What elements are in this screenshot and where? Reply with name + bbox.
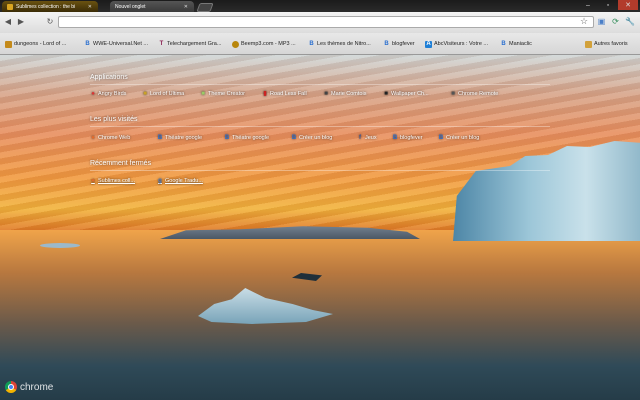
extension-screen-icon[interactable]: ▣ (597, 17, 606, 26)
back-arrow-icon[interactable]: ◀ (3, 17, 13, 27)
dungeons-icon (5, 40, 12, 48)
toolbar: ◀ ▶ ↻ ☆ ▣ ⟳ 🔧 (0, 12, 640, 33)
blogger-icon: B (384, 40, 389, 47)
app-icon: ▮ (263, 91, 267, 97)
tab-strip: Sublimes collection : the bi ✕ Nouvel on… (0, 0, 640, 12)
telechargement-icon: T (159, 40, 164, 47)
app-item[interactable]: ■ Lord of Ultima (142, 91, 184, 97)
tab-close-icon[interactable]: ✕ (184, 4, 188, 10)
bookmark-item[interactable]: B Les thèmes de Nitro... (308, 39, 370, 49)
most-visited-item[interactable]: B Créer un blog (438, 135, 480, 141)
app-item[interactable]: ■ Wallpaper Ch... (383, 91, 429, 97)
reload-icon[interactable]: ↻ (45, 17, 55, 27)
blogger-icon: B (438, 135, 444, 141)
bookmarks-bar: dungeons - Lord of ... B WWE-Universal.Ne… (0, 33, 640, 55)
bookmark-item[interactable]: dungeons - Lord of ... (5, 39, 66, 49)
tab-title: Nouvel onglet (115, 3, 146, 10)
close-window-icon[interactable]: ✕ (618, 0, 638, 10)
abcvisiteurs-icon: A (425, 40, 432, 48)
blogger-icon: B (85, 40, 90, 47)
section-title-apps: Applications (90, 74, 128, 81)
app-icon: ■ (324, 91, 328, 97)
bookmark-item[interactable]: T Telechargement Gra... (158, 39, 222, 49)
recently-closed-item[interactable]: ● Sublimes coll... (90, 178, 135, 184)
background-ice (40, 243, 80, 248)
app-item[interactable]: ■ Chrome Remote (450, 91, 498, 97)
app-icon: ● (91, 91, 95, 97)
new-tab-page: Applications ● Angry Birds ■ Lord of Ultim… (0, 55, 640, 400)
facebook-icon: f (359, 135, 361, 141)
new-tab-button[interactable] (196, 3, 214, 12)
extension-sync-icon[interactable]: ⟳ (611, 17, 620, 26)
bookmark-item[interactable]: B WWE-Universal.Net ... (84, 39, 148, 49)
app-item[interactable]: ■ Marie Comtois (323, 91, 366, 97)
section-divider (90, 126, 550, 127)
section-divider (90, 84, 550, 85)
section-title-most-visited: Les plus visités (90, 116, 138, 123)
app-icon: ■ (451, 91, 455, 97)
address-bar[interactable] (58, 16, 594, 28)
section-title-recently-closed: Récemment fermés (90, 160, 152, 167)
maximize-icon[interactable]: ▫ (598, 0, 618, 10)
app-item[interactable]: ● Angry Birds (90, 91, 126, 97)
most-visited-item[interactable]: ● Chrome Web (90, 135, 130, 141)
most-visited-item[interactable]: B Théatre google (157, 135, 202, 141)
blogger-icon: B (392, 135, 398, 141)
bookmark-item[interactable]: Bblogfever (383, 39, 414, 49)
most-visited-item[interactable]: B Créer un blog (291, 135, 333, 141)
recently-closed-item[interactable]: g Google Tradu... (157, 178, 203, 184)
most-visited-item[interactable]: B Théatre google (224, 135, 269, 141)
tab-favicon-icon (7, 3, 13, 10)
blogger-icon: B (291, 135, 297, 141)
forward-arrow-icon[interactable]: ▶ (16, 17, 26, 27)
blogger-icon: B (157, 135, 163, 141)
google-translate-icon: g (158, 178, 162, 184)
chrome-logo-icon (5, 381, 17, 393)
app-icon: ■ (384, 91, 388, 97)
beemp3-icon (232, 40, 239, 48)
most-visited-item[interactable]: f Jeux (357, 135, 377, 141)
app-icon: ■ (143, 91, 147, 97)
app-item[interactable]: ■ Theme Creator (200, 91, 245, 97)
wrench-menu-icon[interactable]: 🔧 (625, 17, 635, 26)
tab-close-icon[interactable]: ✕ (88, 4, 92, 10)
bookmark-item[interactable]: A AbcVisiteurs : Votre ... (425, 39, 488, 49)
blogger-icon: B (309, 40, 314, 47)
bookmark-item[interactable]: B Maniaclic (500, 39, 532, 49)
blogger-icon: B (224, 135, 230, 141)
most-visited-item[interactable]: Bblogfever (392, 135, 423, 141)
tab-sublimes[interactable]: Sublimes collection : the bi ✕ (2, 1, 98, 12)
bookmark-star-icon[interactable]: ☆ (580, 16, 588, 27)
bookmark-item[interactable]: Autres favoris (585, 39, 628, 49)
folder-icon (585, 40, 592, 48)
minimize-icon[interactable]: – (578, 0, 598, 10)
chrome-web-icon: ● (91, 135, 95, 141)
bookmark-item[interactable]: Beemp3.com - MP3 ... (232, 39, 296, 49)
app-icon: ■ (201, 91, 205, 97)
section-divider (90, 170, 550, 171)
chrome-logo: chrome (5, 381, 53, 393)
tab-title: Sublimes collection : the bi (16, 3, 76, 10)
app-item[interactable]: ▮ Road Less Fall (262, 91, 306, 97)
tab-new-tab[interactable]: Nouvel onglet ✕ (110, 1, 194, 12)
sublimes-icon: ● (91, 178, 95, 184)
blogger-icon: B (501, 40, 506, 47)
